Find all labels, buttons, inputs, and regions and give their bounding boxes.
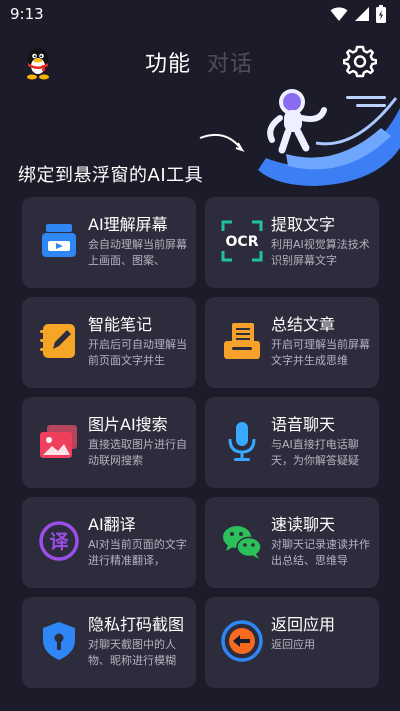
feature-title: 智能笔记 xyxy=(88,315,153,334)
notes-icon xyxy=(40,324,75,358)
feature-description: AI对当前页面的文字进行精准翻译， xyxy=(88,538,187,567)
feature-card-speed-read-chat[interactable]: 速读聊天 对聊天记录速读并作出总结、思维导 xyxy=(205,497,379,588)
signal-icon xyxy=(355,7,369,21)
settings-gear-icon[interactable] xyxy=(343,44,377,78)
wifi-icon xyxy=(330,7,348,21)
robot-illustration-icon xyxy=(199,89,400,186)
feature-description: 对聊天截图中的人物、昵称进行模糊 xyxy=(88,638,176,667)
tab-features[interactable]: 功能 xyxy=(145,46,191,78)
feature-title: 提取文字 xyxy=(271,215,336,234)
feature-card-privacy-screenshot[interactable]: 隐私打码截图 对聊天截图中的人物、昵称进行模糊 xyxy=(22,597,196,688)
feature-description: 返回应用 xyxy=(271,638,315,651)
feature-card-smart-notes[interactable]: 智能笔记 开启后可自动理解当前页面文字并生 xyxy=(22,297,196,388)
summary-icon xyxy=(224,323,260,359)
feature-card-ai-translate[interactable]: 译 AI翻译 AI对当前页面的文字进行精准翻译， xyxy=(22,497,196,588)
feature-description: 直接选取图片进行自动联网搜索 xyxy=(88,438,187,467)
hero-heading: 绑定到悬浮窗的AI工具 xyxy=(18,165,204,186)
tab-chat[interactable]: 对话 xyxy=(207,46,253,78)
header: 功能 对话 xyxy=(0,38,400,84)
status-icons xyxy=(330,5,386,23)
feature-title: 图片AI搜索 xyxy=(88,415,168,434)
microphone-icon xyxy=(228,422,256,461)
feature-title: AI理解屏幕 xyxy=(88,215,168,234)
hero-banner: 绑定到悬浮窗的AI工具 xyxy=(0,88,400,188)
feature-description: 对聊天记录速读并作出总结、思维导 xyxy=(271,538,370,567)
feature-grid: AI理解屏幕 会自动理解当前屏幕上画面、图案、 OCR 提取文字 利用AI视觉算… xyxy=(22,197,379,688)
feature-description: 开启可理解当前屏幕文字并生成思维 xyxy=(271,338,370,367)
status-time: 9:13 xyxy=(10,5,44,23)
feature-title: 隐私打码截图 xyxy=(88,615,185,634)
translate-icon: 译 xyxy=(39,521,79,561)
battery-icon xyxy=(376,5,386,23)
qq-penguin-icon[interactable] xyxy=(22,46,54,80)
svg-text:OCR: OCR xyxy=(226,234,259,250)
back-arrow-icon xyxy=(221,620,263,662)
feature-card-image-search[interactable]: 图片AI搜索 直接选取图片进行自动联网搜索 xyxy=(22,397,196,488)
svg-text:译: 译 xyxy=(49,531,69,553)
ocr-icon: OCR xyxy=(221,220,263,262)
feature-title: 速读聊天 xyxy=(271,515,336,534)
feature-card-back-to-app[interactable]: 返回应用 返回应用 xyxy=(205,597,379,688)
feature-card-ai-screen[interactable]: AI理解屏幕 会自动理解当前屏幕上画面、图案、 xyxy=(22,197,196,288)
feature-description: 会自动理解当前屏幕上画面、图案、 xyxy=(88,238,187,267)
feature-title: 语音聊天 xyxy=(271,415,336,434)
screen-understand-icon xyxy=(42,224,76,257)
image-search-icon xyxy=(40,425,77,458)
feature-title: 返回应用 xyxy=(271,615,336,634)
status-bar: 9:13 xyxy=(0,0,400,28)
feature-description: 与AI直接打电话聊天，为你解答疑疑 xyxy=(271,438,359,467)
feature-card-voice-chat[interactable]: 语音聊天 与AI直接打电话聊天，为你解答疑疑 xyxy=(205,397,379,488)
feature-description: 开启后可自动理解当前页面文字并生 xyxy=(88,338,187,367)
feature-title: AI翻译 xyxy=(88,515,136,534)
feature-description: 利用AI视觉算法技术识别屏幕文字 xyxy=(271,238,370,267)
feature-card-summarize[interactable]: 总结文章 开启可理解当前屏幕文字并生成思维 xyxy=(205,297,379,388)
privacy-shield-icon xyxy=(43,622,75,660)
feature-card-extract-text[interactable]: OCR 提取文字 利用AI视觉算法技术识别屏幕文字 xyxy=(205,197,379,288)
feature-title: 总结文章 xyxy=(271,315,336,334)
wechat-icon xyxy=(223,526,262,559)
